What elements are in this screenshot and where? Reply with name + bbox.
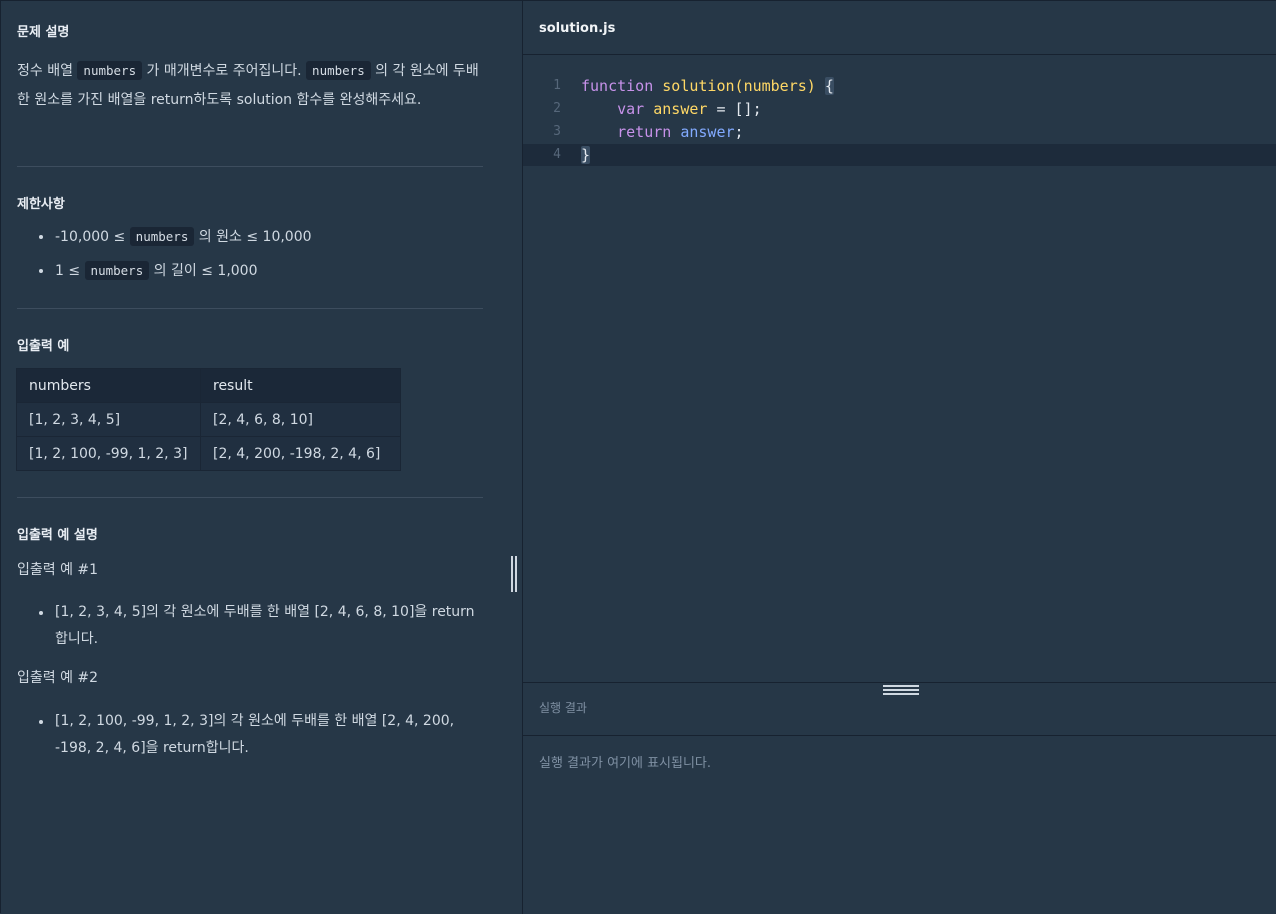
problem-title: 문제 설명 xyxy=(17,25,70,40)
table-cell: [2, 4, 200, -198, 2, 4, 6] xyxy=(200,436,401,471)
table-header: numbers xyxy=(16,368,201,403)
line-number: 1 xyxy=(553,78,561,93)
io-explanation-title: 입출력 예 설명 xyxy=(17,528,98,543)
inline-code: numbers xyxy=(129,227,195,246)
example-2-title: 입출력 예 #2 xyxy=(17,670,99,686)
constraints-list: -10,000 ≤ numbers 의 원소 ≤ 10,000 1 ≤ numb… xyxy=(17,223,483,291)
table-row: [1, 2, 100, -99, 1, 2, 3] [2, 4, 200, -1… xyxy=(16,436,401,471)
constraints-title: 제한사항 xyxy=(17,197,65,212)
constraint-item: -10,000 ≤ numbers 의 원소 ≤ 10,000 xyxy=(17,223,483,257)
line-number: 3 xyxy=(553,124,561,139)
result-output: 실행 결과가 여기에 표시됩니다. xyxy=(539,756,712,771)
section-divider xyxy=(17,308,483,309)
list-item: [1, 2, 100, -99, 1, 2, 3]의 각 원소에 두배를 한 배… xyxy=(17,708,483,762)
code-line-active[interactable]: 4 } xyxy=(523,144,1276,166)
example-2-list: [1, 2, 100, -99, 1, 2, 3]의 각 원소에 두배를 한 배… xyxy=(17,708,483,762)
list-item: [1, 2, 3, 4, 5]의 각 원소에 두배를 한 배열 [2, 4, 6… xyxy=(17,599,483,653)
table-row: [1, 2, 3, 4, 5] [2, 4, 6, 8, 10] xyxy=(16,402,401,437)
inline-code: numbers xyxy=(77,61,143,80)
example-1-title: 입출력 예 #1 xyxy=(17,562,99,578)
constraint-item: 1 ≤ numbers 의 길이 ≤ 1,000 xyxy=(17,257,483,291)
code-line[interactable]: 2 var answer = []; xyxy=(523,98,1276,120)
section-divider xyxy=(17,166,483,167)
inline-code: numbers xyxy=(306,61,371,80)
table-header-row: numbers result xyxy=(16,368,401,403)
io-example-title: 입출력 예 xyxy=(17,339,70,354)
line-number: 2 xyxy=(553,101,561,116)
editor-tab-bar: solution.js xyxy=(523,1,1276,55)
inline-code: numbers xyxy=(84,261,150,280)
file-tab[interactable]: solution.js xyxy=(539,21,615,36)
example-1-list: [1, 2, 3, 4, 5]의 각 원소에 두배를 한 배열 [2, 4, 6… xyxy=(17,599,483,653)
line-number: 4 xyxy=(553,147,561,162)
horizontal-resize-handle[interactable] xyxy=(883,685,919,695)
problem-panel: 문제 설명 정수 배열 numbers 가 매개변수로 주어집니다. numbe… xyxy=(1,1,522,914)
code-line[interactable]: 1 function solution(numbers) { xyxy=(523,75,1276,97)
table-cell: [1, 2, 3, 4, 5] xyxy=(16,402,201,437)
code-line[interactable]: 3 return answer; xyxy=(523,121,1276,143)
code-editor[interactable]: 1 function solution(numbers) { 2 var ans… xyxy=(523,56,1276,682)
problem-description: 정수 배열 numbers 가 매개변수로 주어집니다. numbers 의 각… xyxy=(17,61,479,108)
table-cell: [2, 4, 6, 8, 10] xyxy=(200,402,401,437)
app-window: 문제 설명 정수 배열 numbers 가 매개변수로 주어집니다. numbe… xyxy=(0,0,1276,914)
editor-panel: solution.js 1 function solution(numbers)… xyxy=(523,1,1276,914)
table-cell: [1, 2, 100, -99, 1, 2, 3] xyxy=(16,436,201,471)
result-title: 실행 결과 xyxy=(539,701,587,715)
section-divider xyxy=(17,497,483,498)
vertical-resize-handle[interactable] xyxy=(509,556,519,592)
io-example-table: numbers result [1, 2, 3, 4, 5] [2, 4, 6,… xyxy=(16,368,401,471)
result-divider xyxy=(523,735,1276,736)
table-header: result xyxy=(200,368,401,403)
horizontal-splitter xyxy=(523,682,1276,683)
